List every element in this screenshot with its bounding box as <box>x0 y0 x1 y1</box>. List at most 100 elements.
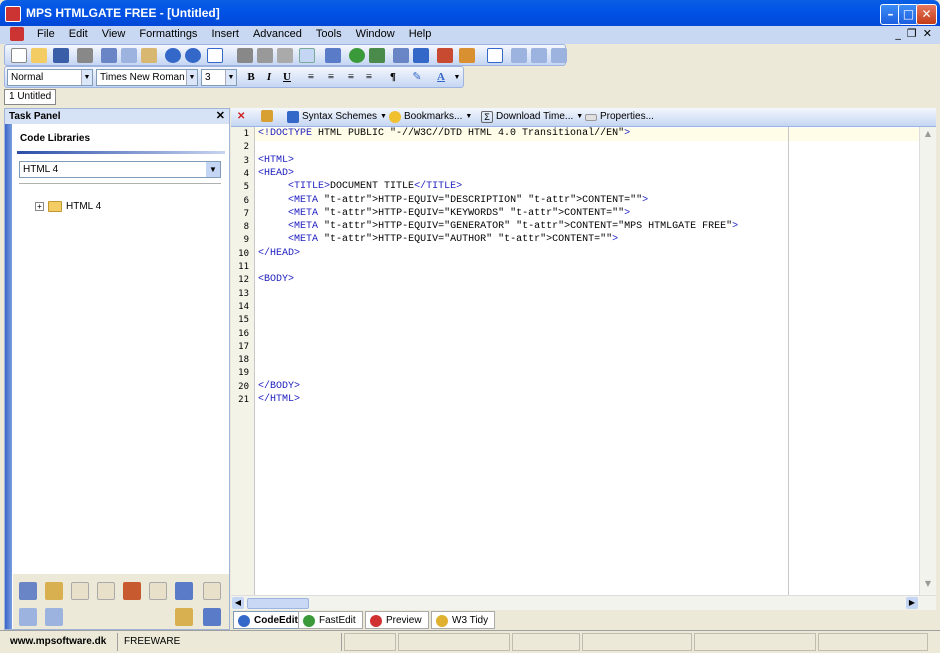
image-icon[interactable] <box>369 48 385 63</box>
underline-button[interactable]: U <box>279 70 295 85</box>
code-line[interactable]: <META "t-attr">HTTP-EQUIV="DESCRIPTION" … <box>258 195 648 208</box>
library-select[interactable]: HTML 4 ▼ <box>19 161 221 178</box>
menu-tools[interactable]: Tools <box>309 28 349 40</box>
undo-icon[interactable] <box>165 48 181 63</box>
code-line[interactable]: <META "t-attr">HTTP-EQUIV="AUTHOR" "t-at… <box>258 234 618 247</box>
frame-icon[interactable] <box>487 48 503 63</box>
open-folder-icon[interactable] <box>31 48 47 63</box>
copy-icon[interactable] <box>121 48 137 63</box>
user-search-alt-icon[interactable] <box>45 608 63 626</box>
app-icon[interactable] <box>5 6 21 22</box>
table-icon[interactable] <box>393 48 409 63</box>
tab-preview[interactable]: Preview <box>365 611 429 629</box>
menu-insert[interactable]: Insert <box>204 28 246 40</box>
vertical-scrollbar[interactable]: ▲ ▼ <box>919 127 936 595</box>
close-button[interactable]: ✕ <box>916 4 937 25</box>
code-line[interactable]: </HTML> <box>258 394 300 407</box>
horizontal-scrollbar[interactable]: ◀ ▶ <box>231 595 936 610</box>
tab-w3tidy[interactable]: W3 Tidy <box>431 611 496 629</box>
align-left-icon[interactable]: ≡ <box>303 70 319 85</box>
tab-fastedit[interactable]: FastEdit <box>298 611 363 629</box>
menu-edit[interactable]: Edit <box>62 28 95 40</box>
tab-codeedit[interactable]: CodeEdit <box>233 611 305 629</box>
write-icon[interactable] <box>203 608 221 626</box>
code-line[interactable]: <TITLE>DOCUMENT TITLE</TITLE> <box>258 181 462 194</box>
mdi-close-button[interactable]: ✕ <box>923 27 932 40</box>
home-icon[interactable] <box>459 48 475 63</box>
scroll-down-icon[interactable]: ▼ <box>921 579 935 593</box>
print-icon[interactable] <box>77 48 93 63</box>
calendar-icon[interactable] <box>175 582 193 600</box>
align-right-icon[interactable]: ≡ <box>343 70 359 85</box>
download-time-button[interactable]: Σ Download Time... ▼ <box>481 110 583 124</box>
snippet-icon[interactable] <box>97 582 115 600</box>
tile-icon[interactable] <box>531 48 547 63</box>
code-line[interactable]: <META "t-attr">HTTP-EQUIV="GENERATOR" "t… <box>258 221 738 234</box>
edit-library-icon[interactable] <box>175 608 193 626</box>
menu-view[interactable]: View <box>95 28 133 40</box>
menu-help[interactable]: Help <box>402 28 439 40</box>
font-select[interactable]: Times New Roman ▼ <box>96 69 198 86</box>
tab-untitled[interactable]: 1 Untitled <box>4 89 57 105</box>
find-icon[interactable] <box>237 48 253 63</box>
properties-button[interactable]: Properties... <box>585 110 654 124</box>
edit-icon[interactable] <box>45 582 63 600</box>
form-icon[interactable] <box>437 48 453 63</box>
scroll-up-icon[interactable]: ▲ <box>921 129 935 143</box>
code-line[interactable]: <HEAD> <box>258 168 294 181</box>
zoom-icon[interactable] <box>299 48 315 63</box>
task-panel-close-button[interactable]: ✕ <box>216 109 225 124</box>
menu-file[interactable]: File <box>30 28 62 40</box>
mdi-restore-button[interactable]: ❐ <box>907 27 917 40</box>
code-line[interactable]: <BODY> <box>258 274 294 287</box>
font-color-button[interactable]: A <box>433 70 449 85</box>
highlight-icon[interactable]: ✎ <box>409 70 425 85</box>
align-center-icon[interactable]: ≡ <box>323 70 339 85</box>
redo-icon[interactable] <box>185 48 201 63</box>
menu-formattings[interactable]: Formattings <box>132 28 204 40</box>
scroll-left-icon[interactable]: ◀ <box>232 597 244 609</box>
users-icon[interactable] <box>123 582 141 600</box>
find-next-icon[interactable] <box>257 48 273 63</box>
spellcheck-icon[interactable] <box>325 48 341 63</box>
code-line[interactable]: <HTML> <box>258 155 294 168</box>
expand-icon[interactable]: + <box>35 202 44 211</box>
link-icon[interactable] <box>349 48 365 63</box>
new-file-icon[interactable] <box>11 48 27 63</box>
list-icon[interactable] <box>413 48 429 63</box>
paste-icon[interactable] <box>141 48 157 63</box>
code-line[interactable]: <!DOCTYPE HTML PUBLIC "-//W3C//DTD HTML … <box>258 128 630 141</box>
code-line[interactable]: <META "t-attr">HTTP-EQUIV="KEYWORDS" "t-… <box>258 208 630 221</box>
syntax-schemes-button[interactable]: Syntax Schemes ▼ <box>287 110 387 124</box>
mdi-minimize-button[interactable]: _ <box>895 27 901 40</box>
chevron-down-icon[interactable]: ▼ <box>449 70 465 85</box>
code-editor[interactable]: 1 2 3 4 5 6 7 8 9 10 11 12 13 14 15 16 17 18 19 20 21 <!DOCT… <box>231 127 936 595</box>
style-select[interactable]: Normal ▼ <box>7 69 93 86</box>
justify-icon[interactable]: ≡ <box>361 70 377 85</box>
comment-icon[interactable] <box>19 582 37 600</box>
size-select[interactable]: 3 ▼ <box>201 69 237 86</box>
code-line[interactable]: </BODY> <box>258 381 300 394</box>
lock-icon[interactable] <box>261 110 273 122</box>
menu-advanced[interactable]: Advanced <box>246 28 309 40</box>
code-line[interactable]: </HEAD> <box>258 248 300 261</box>
note-icon[interactable] <box>149 582 167 600</box>
paragraph-button[interactable]: ¶ <box>385 70 401 85</box>
code-area[interactable]: <!DOCTYPE HTML PUBLIC "-//W3C//DTD HTML … <box>258 127 908 595</box>
cascade-icon[interactable] <box>551 48 567 63</box>
bookmarks-button[interactable]: Bookmarks... ▼ <box>389 110 472 124</box>
italic-button[interactable]: I <box>261 70 277 85</box>
scroll-right-icon[interactable]: ▶ <box>906 597 918 609</box>
insert-icon[interactable] <box>71 582 89 600</box>
bold-button[interactable]: B <box>243 70 259 85</box>
scroll-thumb[interactable] <box>247 598 309 609</box>
close-doc-icon[interactable]: ✕ <box>237 110 245 124</box>
view-toggle-icon[interactable] <box>207 48 223 63</box>
refresh-icon[interactable] <box>203 582 221 600</box>
replace-icon[interactable] <box>277 48 293 63</box>
document-icon[interactable] <box>10 27 24 41</box>
menu-window[interactable]: Window <box>349 28 402 40</box>
cut-icon[interactable] <box>101 48 117 63</box>
tree-node-html4[interactable]: + HTML 4 <box>35 201 101 212</box>
save-icon[interactable] <box>53 48 69 63</box>
